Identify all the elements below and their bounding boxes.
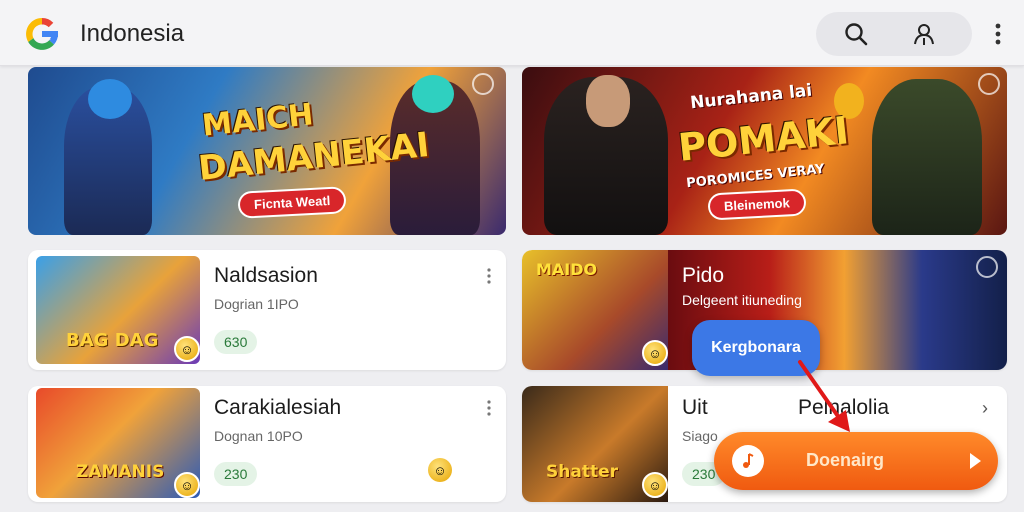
coin-icon: ☺ xyxy=(174,336,200,362)
featured-banner-left[interactable]: MAICH DAMANEKAI Ficnta Weatl xyxy=(28,67,506,235)
app-title: Uit xyxy=(682,396,708,419)
app-title: Carakialesiah xyxy=(214,396,342,419)
account-icon[interactable] xyxy=(904,14,944,54)
app-subtitle: Dognan 10PO xyxy=(214,428,303,444)
hero-hair-image xyxy=(412,75,454,113)
banner-headline-line1: MAICH xyxy=(200,97,315,144)
thumbnail-caption: BAG DAG xyxy=(66,330,159,351)
app-header: Indonesia xyxy=(0,0,1024,66)
banner-pill-button[interactable]: Bleinemok xyxy=(707,188,807,221)
hero-character-image xyxy=(872,79,982,235)
hero-face-image xyxy=(586,75,630,127)
more-vert-icon[interactable] xyxy=(984,14,1012,54)
app-subtitle: Siago xyxy=(682,428,718,444)
coin-icon: ☺ xyxy=(642,340,668,366)
more-vert-icon[interactable] xyxy=(482,264,496,288)
hero-hair-image xyxy=(88,79,132,119)
cta-label: Doenairg xyxy=(806,450,885,470)
app-card[interactable]: ZAMANIS ☺ Carakialesiah Dognan 10PO 230 … xyxy=(28,386,506,502)
price-badge[interactable]: 630 xyxy=(214,330,258,354)
featured-banner-right[interactable]: Nurahana lai POMAKI POROMICES VERAY Blei… xyxy=(522,67,1007,235)
thumbnail-caption: ZAMANIS xyxy=(76,462,165,482)
banner-pill-button[interactable]: Ficnta Weatl xyxy=(237,186,347,219)
thumbnail-caption: Shatter xyxy=(546,462,618,482)
app-title: Naldsasion xyxy=(214,264,318,287)
banner-headline: POMAKI xyxy=(676,108,851,170)
coin-icon: ☺ xyxy=(174,472,200,498)
coin-icon: ☺ xyxy=(642,472,668,498)
smile-icon: ☺ xyxy=(428,458,452,482)
app-title: Pido xyxy=(682,264,725,287)
chevron-right-icon[interactable]: › xyxy=(978,396,992,420)
app-card[interactable]: BAG DAG ☺ Naldsasion Dogrian 1IPO 630 xyxy=(28,250,506,370)
download-cta-button[interactable]: Doenairg xyxy=(714,432,998,490)
banner-overline: Nurahana lai xyxy=(689,80,814,114)
app-subtitle: Dogrian 1IPO xyxy=(214,296,299,312)
badge-icon xyxy=(472,73,494,95)
price-badge[interactable]: 230 xyxy=(214,462,258,486)
header-actions xyxy=(816,12,972,56)
search-icon[interactable] xyxy=(836,14,876,54)
google-g-icon[interactable] xyxy=(22,14,62,54)
more-vert-icon[interactable] xyxy=(482,396,496,420)
thumbnail-caption: MAIDO xyxy=(536,260,598,279)
badge-icon xyxy=(976,256,998,278)
badge-icon xyxy=(978,73,1000,95)
page-title: Indonesia xyxy=(80,20,185,47)
pointer-arrow-icon xyxy=(798,360,850,432)
app-subtitle: Delgeent itiuneding xyxy=(682,292,802,308)
music-note-icon xyxy=(732,445,764,477)
play-arrow-icon xyxy=(970,453,981,469)
